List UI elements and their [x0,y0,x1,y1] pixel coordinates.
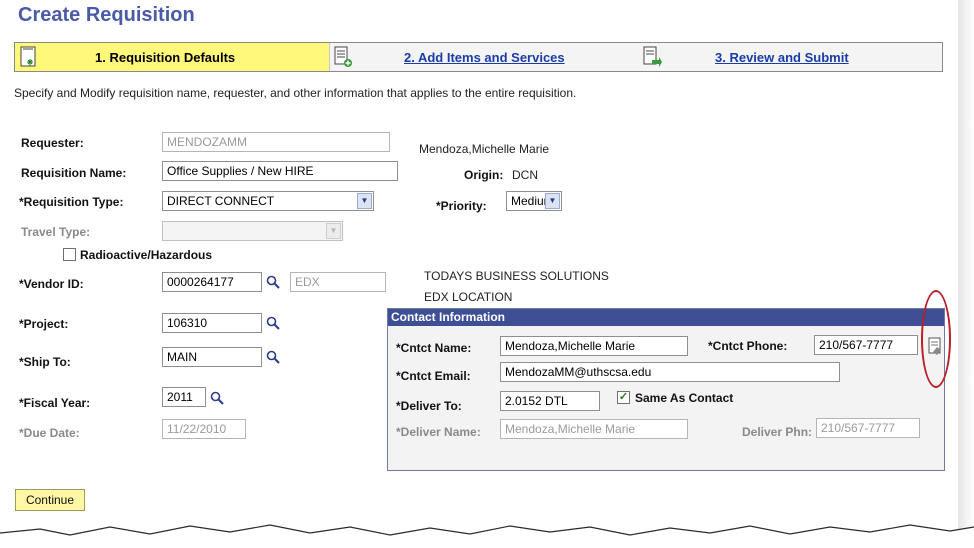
requester-label: Requester: [21,136,84,150]
magnifier-search-icon[interactable] [266,275,280,289]
step-1-requisition-defaults[interactable]: 1. Requisition Defaults [95,50,235,65]
magnifier-search-icon[interactable] [266,316,280,330]
origin-label: Origin: [464,168,504,182]
same-as-contact-checkbox[interactable]: ✓ [617,391,630,404]
contact-email-input[interactable]: MendozaMM@uthscsa.edu [500,362,840,382]
radioactive-label: Radioactive/Hazardous [80,248,213,262]
vendor-location-name-text: EDX LOCATION [424,290,513,304]
vendor-name-text: TODAYS BUSINESS SOLUTIONS [424,269,609,283]
page-title: Create Requisition [18,4,195,26]
due-date-label: *Due Date: [19,426,80,440]
requester-field: MENDOZAMM [162,132,390,152]
travel-type-select: ▼ [162,221,343,241]
due-date-field: 11/22/2010 [162,419,246,439]
requisition-type-value: DIRECT CONNECT [167,194,275,208]
requisition-name-label: Requisition Name: [21,166,127,180]
deliver-phone-field: 210/567-7777 [816,418,920,438]
contact-information-panel: Contact Information *Cntct Name: Mendoza… [387,308,945,471]
deliver-name-field: Mendoza,Michelle Marie [500,419,688,439]
contact-information-header: Contact Information [388,309,944,326]
contact-email-label: *Cntct Email: [396,369,471,383]
chevron-down-icon[interactable]: ▼ [357,193,372,209]
page-edge-shadow-right [958,0,974,548]
fiscal-year-label: *Fiscal Year: [19,396,91,410]
chevron-down-icon: ▼ [326,223,341,239]
magnifier-search-icon[interactable] [266,350,280,364]
deliver-phone-label: Deliver Phn: [742,425,813,439]
contact-phone-input[interactable]: 210/567-7777 [814,335,918,355]
page-description: Specify and Modify requisition name, req… [14,86,577,100]
project-label: *Project: [19,317,69,331]
torn-paper-bottom-edge [0,524,974,548]
ship-to-input[interactable]: MAIN [162,347,262,367]
magnifier-search-icon[interactable] [210,391,224,405]
requisition-name-input[interactable]: Office Supplies / New HIRE [162,161,398,181]
step-navigation-bar: 1. Requisition Defaults 2. Add Items and… [14,42,943,72]
ship-to-label: *Ship To: [19,355,71,369]
priority-label: *Priority: [436,199,487,213]
requisition-type-select[interactable]: DIRECT CONNECT ▼ [162,191,374,211]
requisition-type-label: *Requisition Type: [19,195,124,209]
step-2-add-items-link[interactable]: 2. Add Items and Services [404,50,565,65]
contact-phone-label: *Cntct Phone: [708,339,788,353]
contact-name-input[interactable]: Mendoza,Michelle Marie [500,336,688,356]
contact-name-label: *Cntct Name: [396,341,472,355]
step-3-review-submit-link[interactable]: 3. Review and Submit [715,50,849,65]
review-submit-icon [643,46,662,67]
vendor-id-label: *Vendor ID: [19,277,84,291]
travel-type-label: Travel Type: [21,225,91,239]
chevron-down-icon[interactable]: ▼ [545,193,560,209]
add-items-icon [334,46,352,67]
deliver-to-label: *Deliver To: [396,399,462,413]
vendor-location-field: EDX [290,272,386,292]
vendor-id-input[interactable]: 0000264177 [162,272,262,292]
fiscal-year-input[interactable]: 2011 [162,387,206,407]
same-as-contact-label: Same As Contact [635,391,734,405]
deliver-name-label: *Deliver Name: [396,425,481,439]
requester-name-text: Mendoza,Michelle Marie [419,142,550,156]
radioactive-checkbox[interactable] [63,248,76,261]
priority-select[interactable]: Medium ▼ [506,191,562,211]
deliver-to-input[interactable]: 2.0152 DTL [500,391,600,411]
highlight-oval-annotation [921,290,951,388]
requisition-defaults-icon [20,46,36,67]
project-input[interactable]: 106310 [162,313,262,333]
origin-value: DCN [512,168,538,182]
